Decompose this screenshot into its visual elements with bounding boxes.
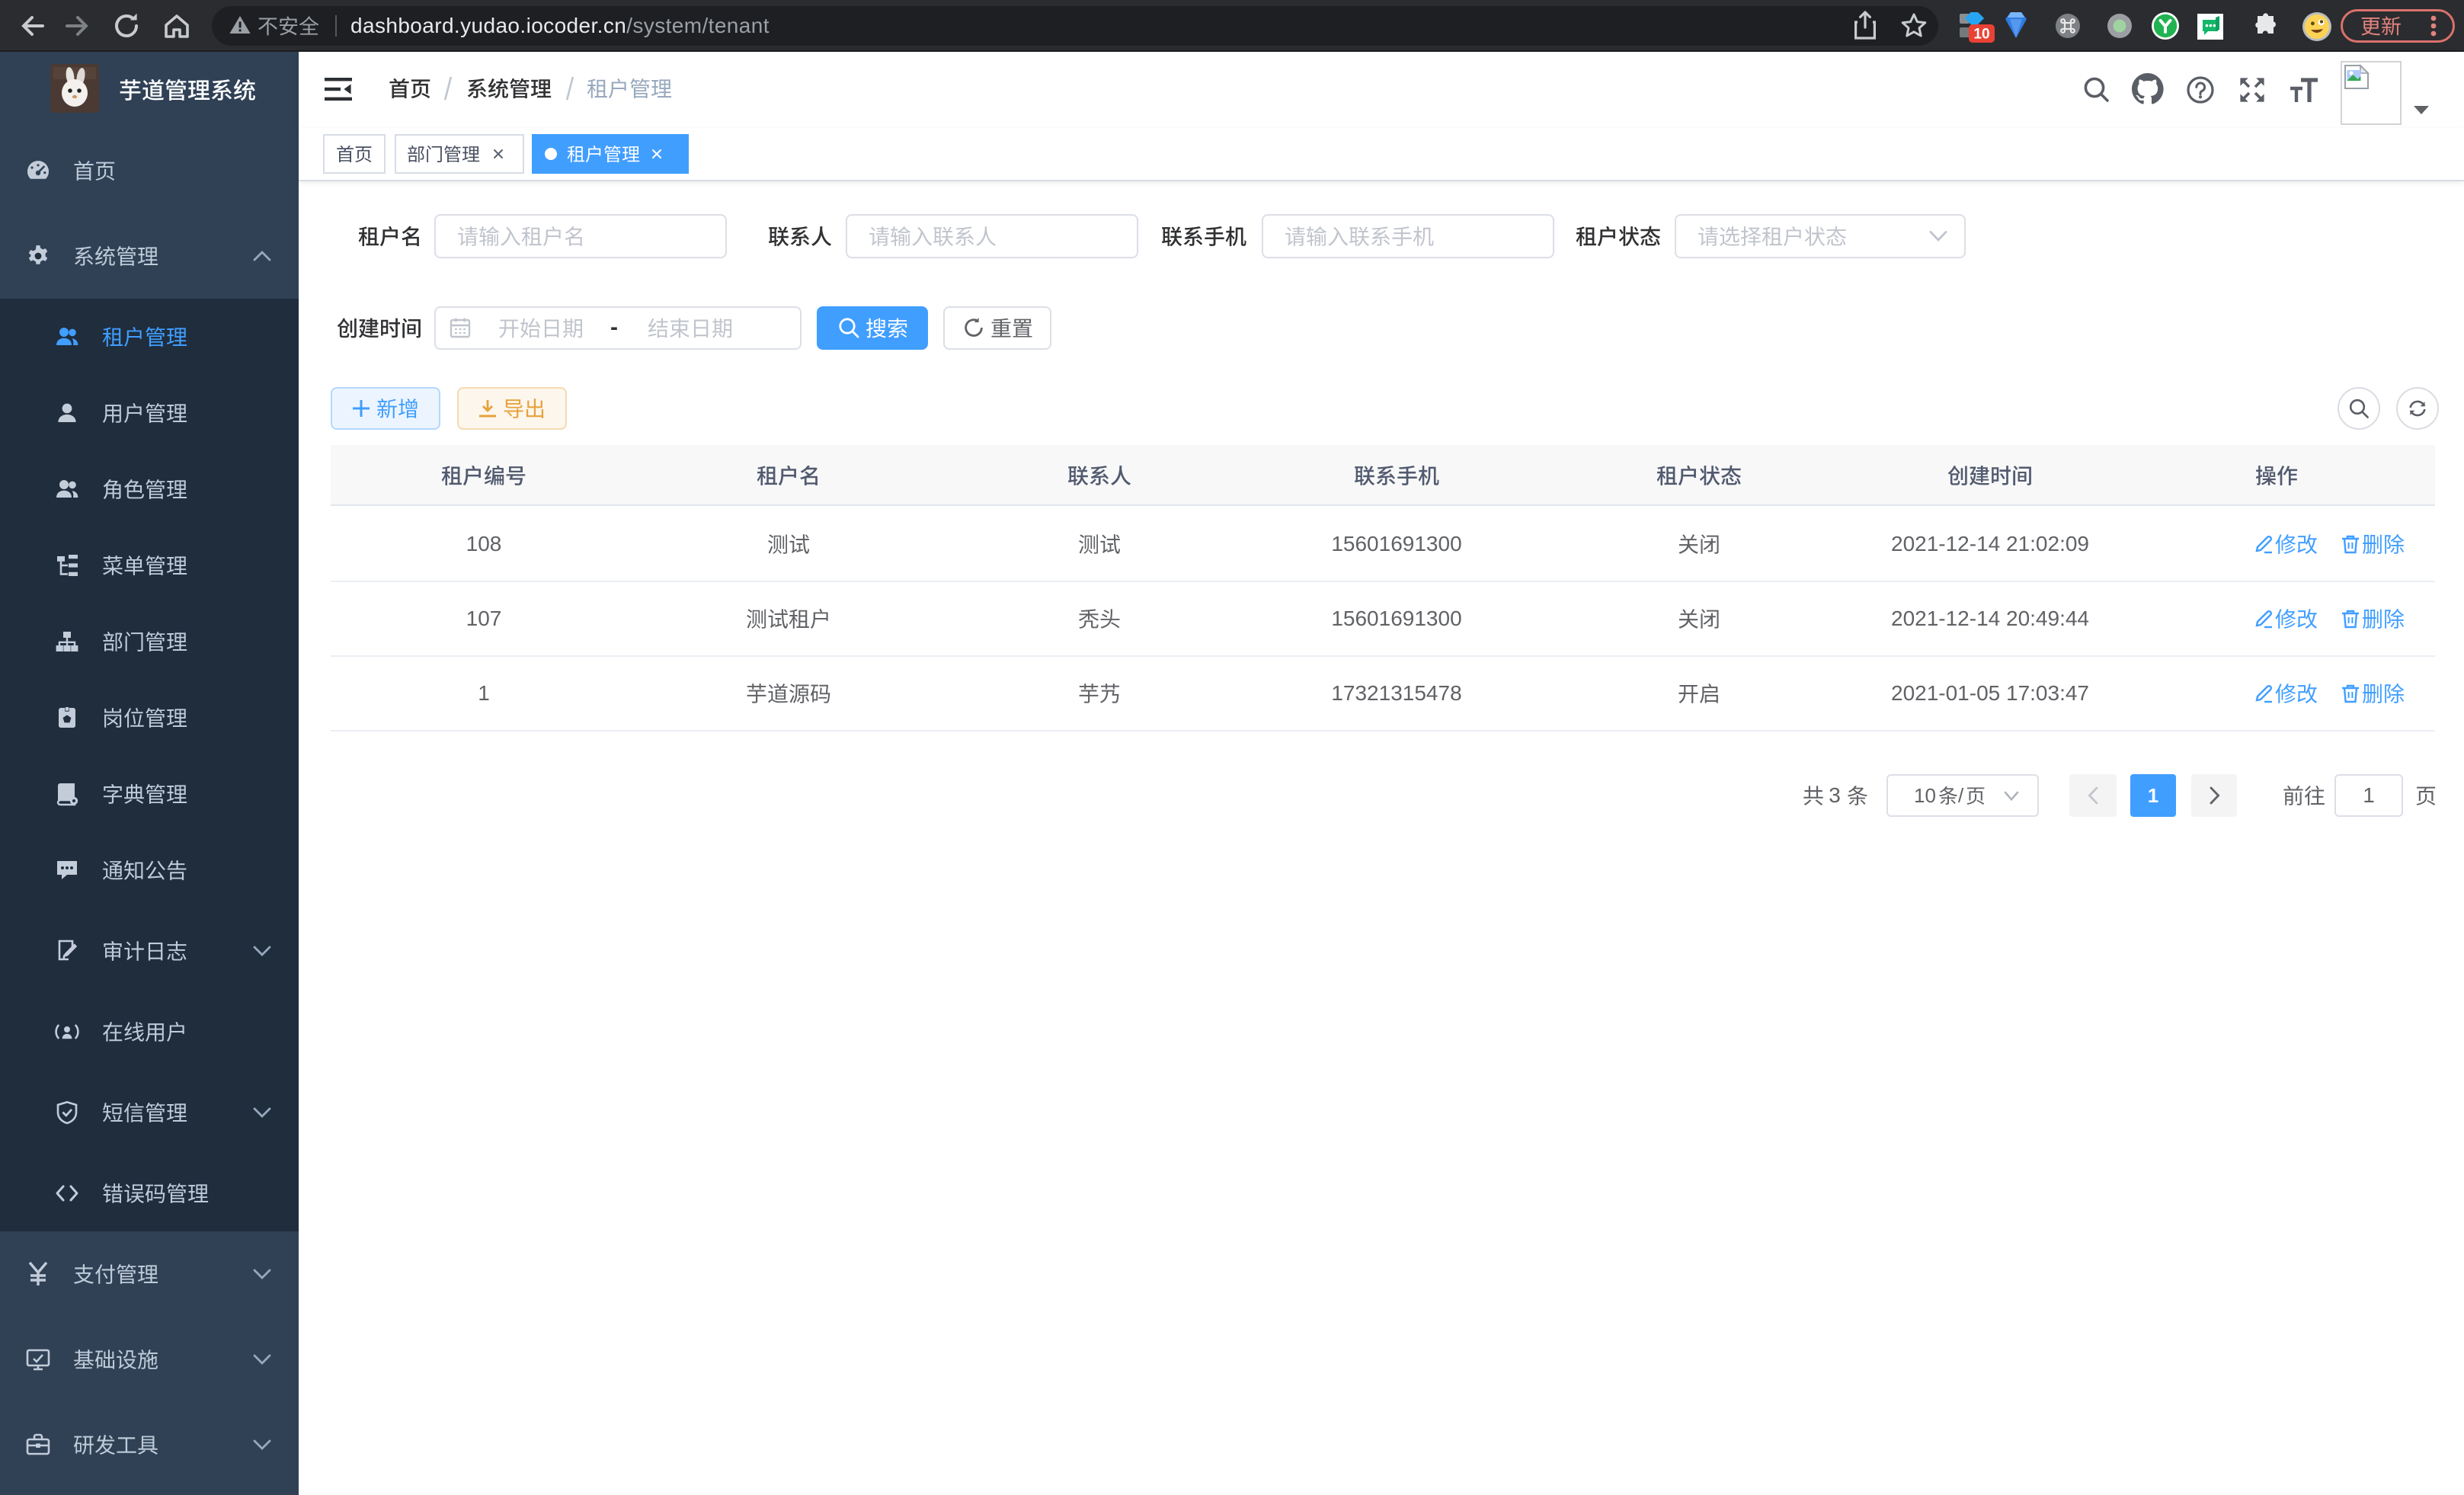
svg-text:10: 10 xyxy=(1973,27,1989,43)
